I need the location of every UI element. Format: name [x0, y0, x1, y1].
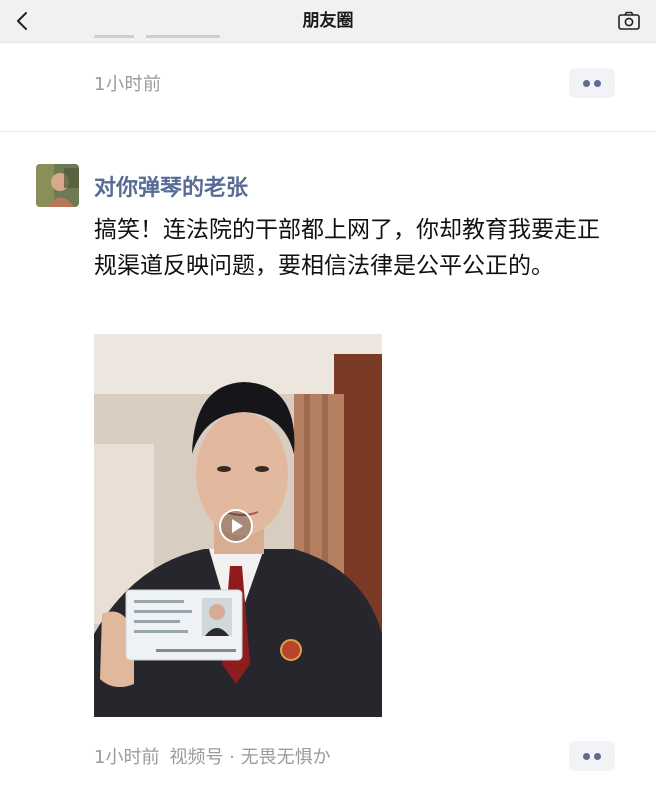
post-timestamp: 1小时前 [94, 747, 160, 768]
play-icon[interactable] [218, 508, 254, 544]
post-divider [0, 131, 656, 132]
more-dots-icon [583, 80, 590, 87]
more-dots-icon [594, 80, 601, 87]
previous-post-timestamp: 1小时前 [94, 74, 162, 95]
more-dots-icon [583, 753, 590, 760]
more-dots-icon [594, 753, 601, 760]
previous-post-text-fragment [94, 32, 234, 44]
avatar[interactable] [36, 164, 79, 207]
avatar-image [36, 164, 79, 207]
post-text: 搞笑！连法院的干部都上网了，你却教育我要走正规渠道反映问题，要相信法律是公平公正… [94, 217, 600, 279]
post-meta: 1小时前 视频号 · 无畏无惧か [94, 743, 331, 769]
previous-post-more-button[interactable] [569, 68, 615, 98]
post-author-name[interactable]: 对你弹琴的老张 [94, 170, 248, 202]
video-thumbnail[interactable] [94, 334, 382, 717]
camera-icon[interactable] [616, 9, 642, 33]
post-more-button[interactable] [569, 741, 615, 771]
post-channel-link[interactable]: 视频号 · 无畏无惧か [169, 747, 330, 768]
